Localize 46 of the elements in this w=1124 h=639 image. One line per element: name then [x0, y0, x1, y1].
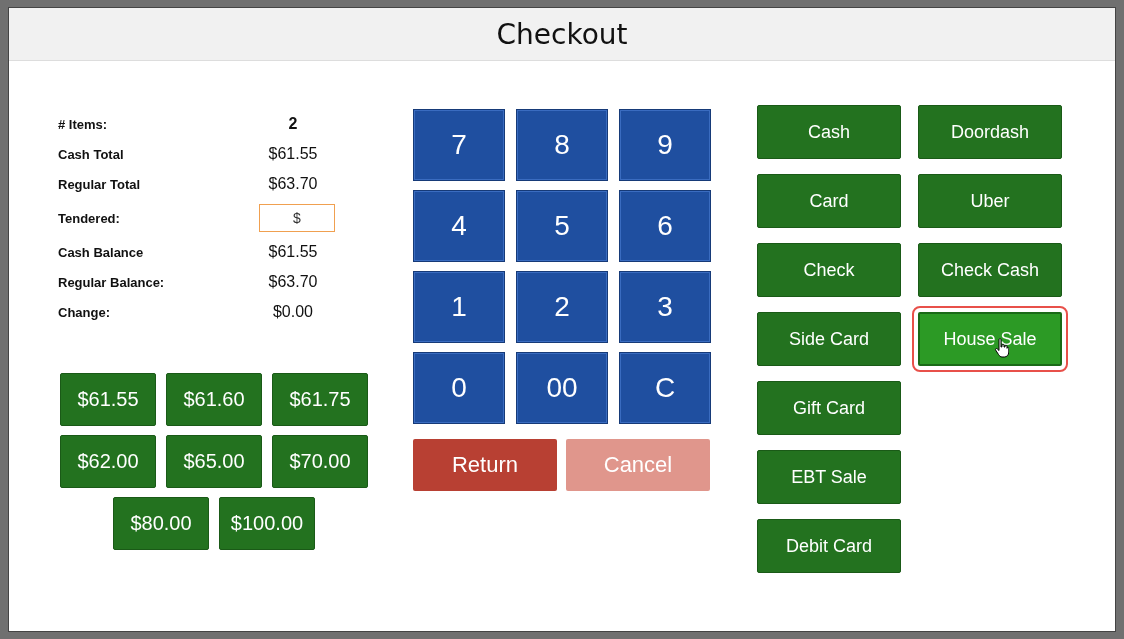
keypad-key[interactable]: 9: [619, 109, 711, 181]
payment-method-button[interactable]: Cash: [757, 105, 901, 159]
summary-label: Cash Balance: [58, 244, 145, 260]
tendered-input[interactable]: $: [259, 204, 335, 232]
summary-value: $0.00: [271, 303, 314, 321]
payment-method-button[interactable]: Debit Card: [757, 519, 901, 573]
payment-method-button[interactable]: Gift Card: [757, 381, 901, 435]
quick-amount-button[interactable]: $80.00: [113, 497, 209, 550]
dialog-title: Checkout: [496, 17, 628, 51]
payment-method-button[interactable]: Card: [757, 174, 901, 228]
keypad-key[interactable]: 8: [516, 109, 608, 181]
keypad-key[interactable]: 5: [516, 190, 608, 262]
keypad-key[interactable]: 6: [619, 190, 711, 262]
summary-label: Regular Total: [58, 176, 142, 192]
payment-method-button[interactable]: Uber: [918, 174, 1062, 228]
summary-value: $63.70: [267, 175, 319, 193]
quick-amount-button[interactable]: $65.00: [166, 435, 262, 488]
keypad-key[interactable]: 7: [413, 109, 505, 181]
keypad-key[interactable]: 2: [516, 271, 608, 343]
quick-amount-button[interactable]: $61.60: [166, 373, 262, 426]
summary-value: 2: [287, 115, 299, 133]
quick-amount-button[interactable]: $62.00: [60, 435, 156, 488]
quick-amount-button[interactable]: $61.55: [60, 373, 156, 426]
summary-value: $61.55: [267, 243, 319, 261]
summary-label: Cash Total: [58, 146, 125, 162]
payment-method-button[interactable]: Side Card: [757, 312, 901, 366]
summary-value: $61.55: [267, 145, 319, 163]
keypad-key[interactable]: 1: [413, 271, 505, 343]
keypad-key[interactable]: 0: [413, 352, 505, 424]
quick-amount-button[interactable]: $100.00: [219, 497, 315, 550]
payment-method-button[interactable]: Check Cash: [918, 243, 1062, 297]
payment-method-button[interactable]: EBT Sale: [757, 450, 901, 504]
summary-label: Change:: [58, 304, 111, 320]
keypad-key[interactable]: 00: [516, 352, 608, 424]
summary-label: Tendered:: [58, 210, 121, 226]
summary-label: # Items:: [58, 116, 109, 132]
summary-label: Regular Balance:: [58, 274, 166, 290]
keypad-key[interactable]: C: [619, 352, 711, 424]
payment-method-button[interactable]: Check: [757, 243, 901, 297]
return-button[interactable]: Return: [413, 439, 557, 491]
keypad-key[interactable]: 3: [619, 271, 711, 343]
summary-value: $63.70: [267, 273, 319, 291]
payment-method-button[interactable]: Doordash: [918, 105, 1062, 159]
keypad-key[interactable]: 4: [413, 190, 505, 262]
quick-amount-button[interactable]: $61.75: [272, 373, 368, 426]
quick-amount-button[interactable]: $70.00: [272, 435, 368, 488]
